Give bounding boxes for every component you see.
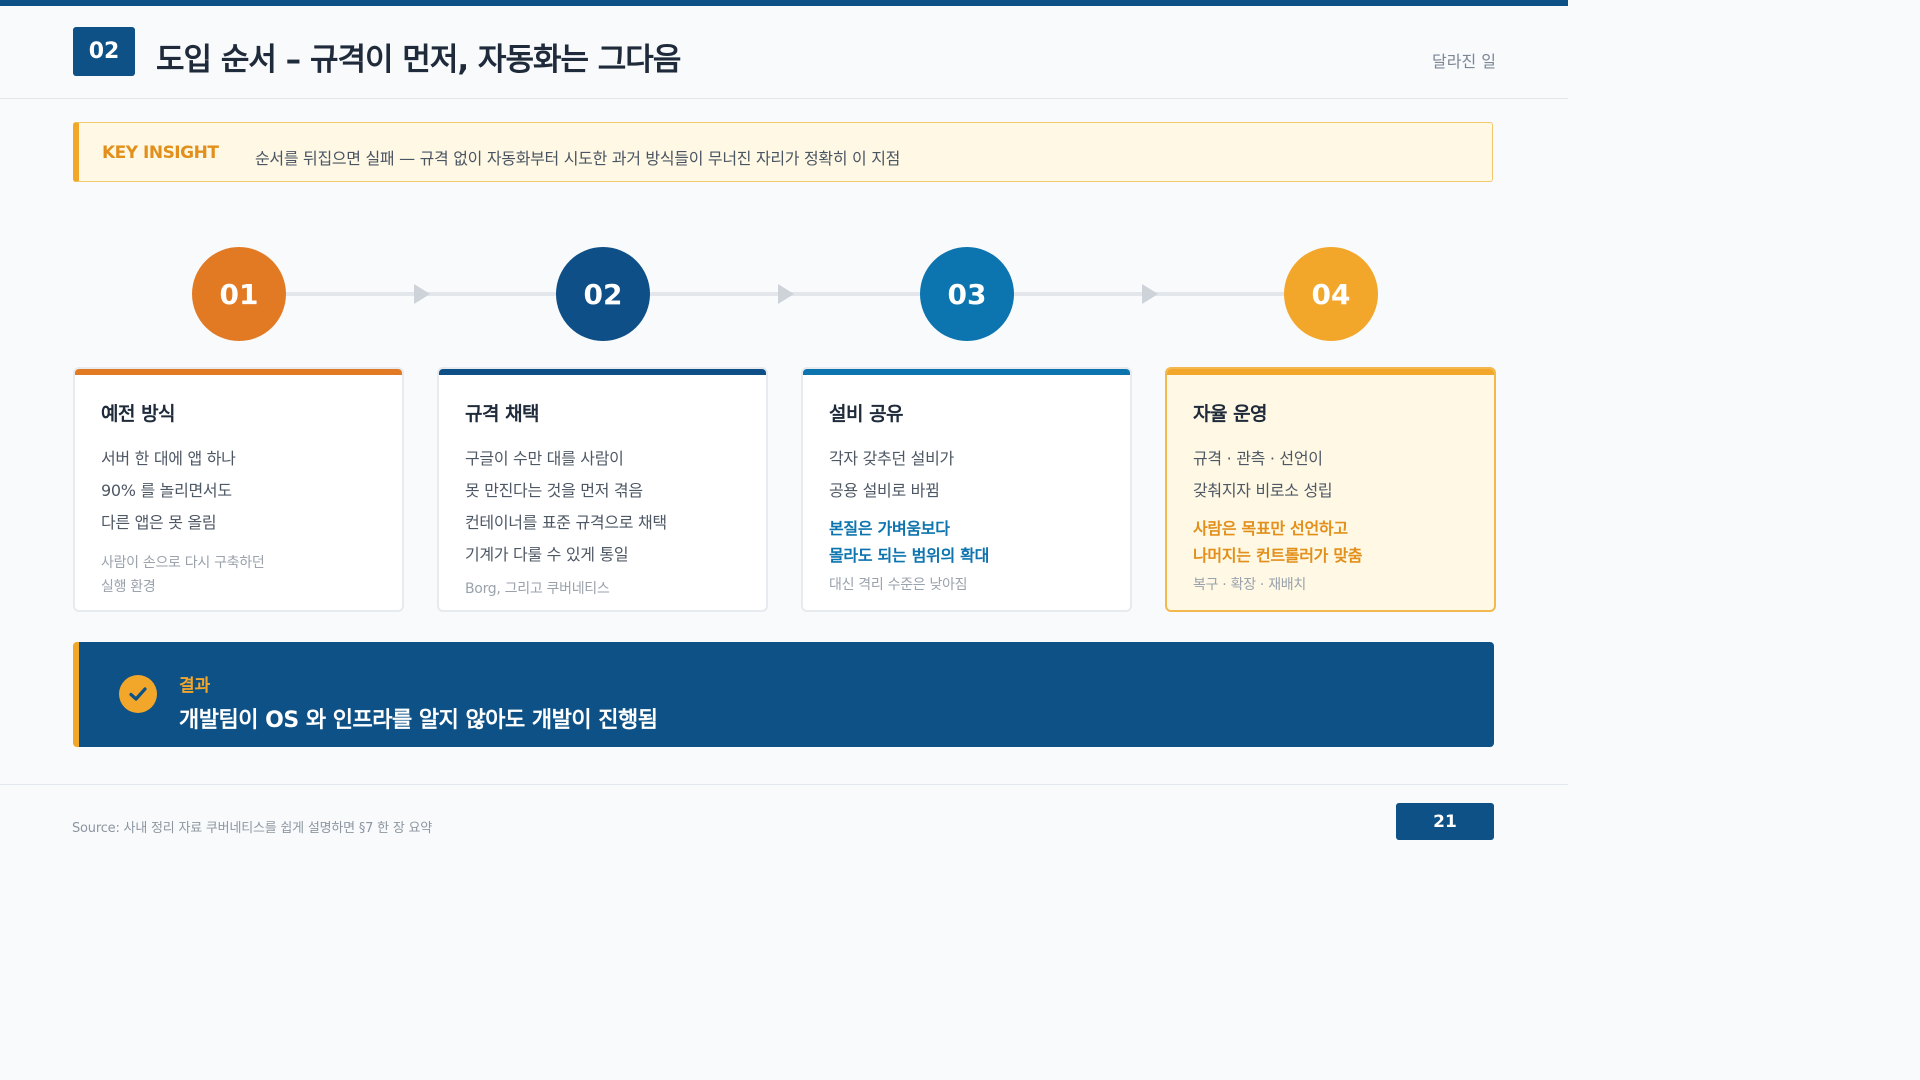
card-body: 각자 갖추던 설비가공용 설비로 바뀜본질은 가벼움보다몰라도 되는 범위의 확…: [829, 449, 989, 597]
timeline-arrow-icon: [1142, 284, 1158, 304]
card-line: 못 만진다는 것을 먼저 겪음: [465, 481, 643, 500]
result-text: 개발팀이 OS 와 인프라를 알지 않아도 개발이 진행됨: [179, 708, 658, 733]
card-line: 컨테이너를 표준 규격으로 채택: [465, 513, 667, 532]
card-body: 구글이 수만 대를 사람이못 만진다는 것을 먼저 겪음컨테이너를 표준 규격으…: [465, 449, 667, 601]
card-accent-bar: [1167, 369, 1494, 375]
timeline-arrow-icon: [414, 284, 430, 304]
key-insight-text: 순서를 뒤집으면 실패 — 규격 없이 자동화부터 시도한 과거 방식들이 무너…: [255, 149, 901, 168]
step-card: 자율 운영규격 · 관측 · 선언이갖춰지자 비로소 성립사람은 목표만 선언하…: [1165, 367, 1496, 612]
card-note: 대신 격리 수준은 낮아짐: [829, 577, 968, 593]
step-card: 설비 공유각자 갖추던 설비가공용 설비로 바뀜본질은 가벼움보다몰라도 되는 …: [801, 367, 1132, 612]
step-number-circle: 03: [920, 247, 1014, 341]
card-note: 복구 · 확장 · 재배치: [1193, 577, 1306, 593]
card-title: 자율 운영: [1193, 403, 1268, 425]
card-line: 90% 를 놀리면서도: [101, 481, 232, 500]
card-title: 규격 채택: [465, 403, 540, 425]
card-accent-bar: [803, 369, 1130, 375]
footer: Source: 사내 정리 자료 쿠버네티스를 쉽게 설명하면 §7 한 장 요…: [0, 784, 1568, 883]
card-line: 갖춰지자 비로소 성립: [1193, 481, 1333, 500]
card-line: 규격 · 관측 · 선언이: [1193, 449, 1323, 468]
result-label: 결과: [179, 676, 211, 696]
card-line: 기계가 다룰 수 있게 통일: [465, 545, 629, 564]
section-number-badge: 02: [73, 27, 135, 76]
card-line: 각자 갖추던 설비가: [829, 449, 954, 468]
result-banner: 결과 개발팀이 OS 와 인프라를 알지 않아도 개발이 진행됨: [73, 642, 1494, 747]
section-tag: 달라진 일: [1432, 52, 1496, 71]
card-accent-bar: [75, 369, 402, 375]
step-card: 예전 방식서버 한 대에 앱 하나 90% 를 놀리면서도다른 앱은 못 올림사람…: [73, 367, 404, 612]
header: 02 도입 순서 – 규격이 먼저, 자동화는 그다음 달라진 일: [0, 6, 1568, 99]
card-line: 구글이 수만 대를 사람이: [465, 449, 624, 468]
card-note: 사람이 손으로 다시 구축하던: [101, 555, 265, 571]
card-emphasis-line: 몰라도 되는 범위의 확대: [829, 546, 990, 565]
card-accent-bar: [439, 369, 766, 375]
card-body: 서버 한 대에 앱 하나 90% 를 놀리면서도다른 앱은 못 올림사람이 손으로…: [101, 449, 265, 599]
card-emphasis-line: 나머지는 컨트롤러가 맞춤: [1193, 546, 1363, 565]
card-note: Borg, 그리고 쿠버네티스: [465, 581, 610, 597]
card-note: 실행 환경: [101, 579, 156, 595]
step-number-circle: 02: [556, 247, 650, 341]
step-number-circle: 01: [192, 247, 286, 341]
source-note: Source: 사내 정리 자료 쿠버네티스를 쉽게 설명하면 §7 한 장 요…: [72, 821, 433, 836]
timeline-arrow-icon: [778, 284, 794, 304]
key-insight-box: KEY INSIGHT 순서를 뒤집으면 실패 — 규격 없이 자동화부터 시도…: [73, 122, 1493, 182]
card-title: 예전 방식: [101, 403, 176, 425]
key-insight-label: KEY INSIGHT: [102, 143, 219, 163]
step-number-circle: 04: [1284, 247, 1378, 341]
card-line: 서버 한 대에 앱 하나: [101, 449, 236, 468]
step-card: 규격 채택구글이 수만 대를 사람이못 만진다는 것을 먼저 겪음컨테이너를 표…: [437, 367, 768, 612]
card-body: 규격 · 관측 · 선언이갖춰지자 비로소 성립사람은 목표만 선언하고나머지는…: [1193, 449, 1362, 597]
card-emphasis-line: 본질은 가벼움보다: [829, 519, 950, 538]
card-line: 공용 설비로 바뀜: [829, 481, 940, 500]
page-number: 21: [1396, 803, 1494, 840]
check-icon: [119, 675, 157, 713]
page-title: 도입 순서 – 규격이 먼저, 자동화는 그다음: [156, 42, 681, 78]
card-title: 설비 공유: [829, 403, 904, 425]
card-emphasis-line: 사람은 목표만 선언하고: [1193, 519, 1348, 538]
card-line: 다른 앱은 못 올림: [101, 513, 217, 532]
